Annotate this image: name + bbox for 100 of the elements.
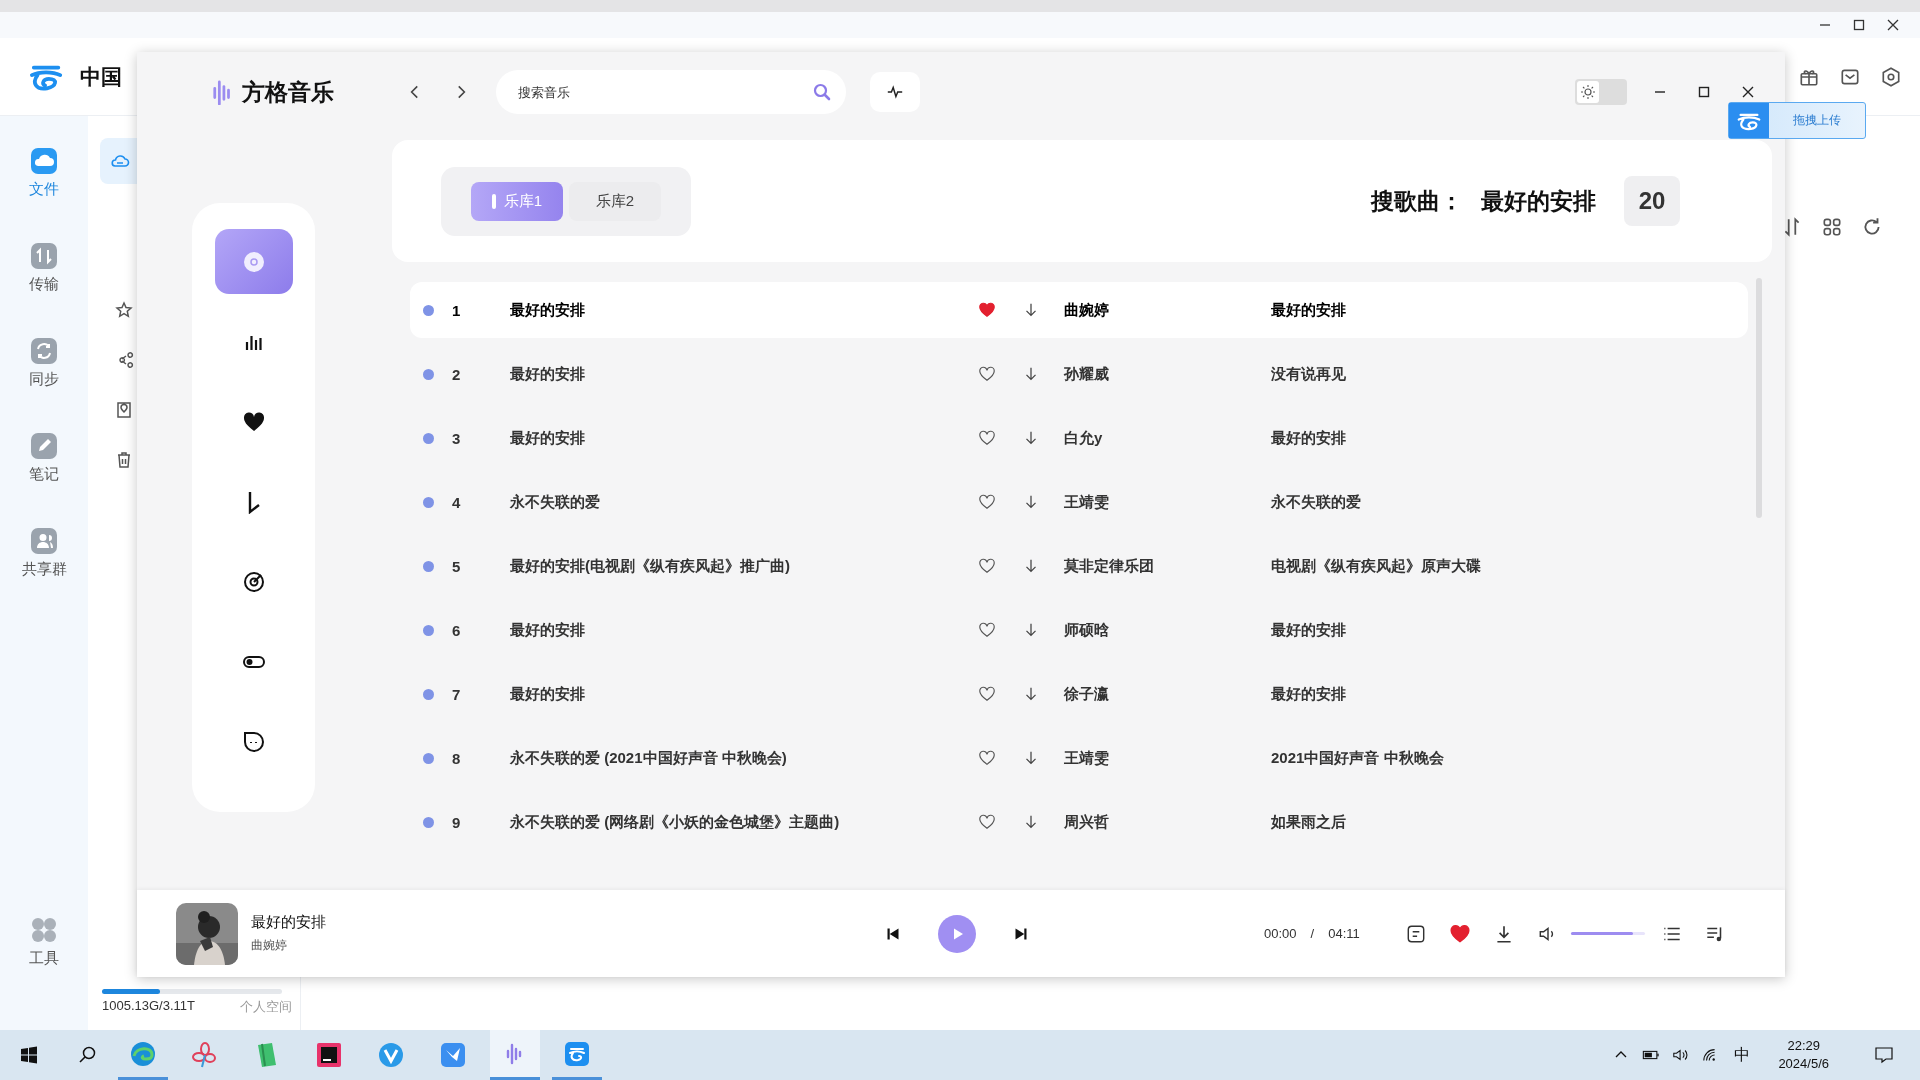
song-row[interactable]: 6 最好的安排 师硕晗 最好的安排 [410, 598, 1748, 662]
sun-icon [1580, 84, 1596, 100]
search-result-label: 搜歌曲： [1371, 186, 1463, 216]
current-time: 00:00 [1264, 926, 1297, 941]
notification-icon[interactable] [1874, 1045, 1894, 1065]
album-name: 最好的安排 [1271, 620, 1347, 640]
close-icon[interactable] [1886, 18, 1900, 32]
upload-button[interactable]: 拖拽上传 [1728, 102, 1866, 139]
now-playing-title: 最好的安排 [251, 913, 327, 932]
song-title: 最好的安排 [510, 620, 586, 640]
settings-icon[interactable] [1880, 65, 1902, 88]
waveform-button[interactable] [870, 72, 920, 112]
nav-item[interactable]: 文件 [29, 146, 59, 241]
pulse-icon [886, 83, 904, 101]
theme-toggle[interactable] [1575, 79, 1627, 105]
album-name: 电视剧《纵有疾风起》原声大碟 [1271, 556, 1482, 576]
song-title: 最好的安排 [510, 364, 586, 384]
album-name: 最好的安排 [1271, 300, 1347, 320]
album-name: 没有说再见 [1271, 364, 1347, 384]
nav-item[interactable]: 共享群 [21, 526, 67, 621]
search-query: 最好的安排 [1481, 186, 1596, 216]
search-field[interactable]: 搜索音乐 [496, 70, 846, 114]
song-row[interactable]: 1 最好的安排 曲婉婷 最好的安排 [410, 282, 1748, 338]
scrollbar[interactable] [1756, 278, 1762, 518]
circle-logo-icon [376, 1040, 406, 1070]
bird-icon [438, 1040, 468, 1070]
artist-name: 周兴哲 [1064, 812, 1110, 832]
song-title: 永不失联的爱 [510, 492, 601, 512]
artist-name: 师硕晗 [1064, 620, 1110, 640]
now-playing-artist: 曲婉婷 [251, 937, 288, 954]
track-number: 1 [452, 301, 462, 319]
app-title: 方格音乐 [242, 77, 334, 107]
clock[interactable]: 22:29 2024/5/6 [1778, 1037, 1829, 1073]
song-title: 永不失联的爱 (2021中国好声音 中秋晚会) [510, 748, 788, 768]
time-separator: / [1310, 926, 1315, 941]
heart-icon[interactable] [978, 557, 996, 575]
gauge-icon [241, 569, 266, 594]
heart-icon[interactable] [978, 813, 996, 831]
sync-icon [29, 336, 59, 366]
heart-icon[interactable] [978, 493, 996, 511]
heart-icon[interactable] [978, 365, 996, 383]
status-dot [423, 624, 434, 636]
star-icon[interactable] [114, 300, 134, 320]
search-icon[interactable] [78, 1045, 98, 1065]
status-dot [423, 560, 434, 572]
grid-view-icon[interactable] [1821, 216, 1843, 238]
heart-icon[interactable] [978, 301, 996, 319]
artist-name: 王靖雯 [1064, 492, 1110, 512]
status-dot [423, 688, 434, 700]
track-number: 3 [452, 429, 462, 447]
track-number: 7 [452, 685, 462, 703]
nav-item[interactable]: 传输 [29, 241, 59, 336]
track-number: 6 [452, 621, 462, 639]
storage-usage: 1005.13G/3.11T [102, 998, 195, 1015]
location-icon[interactable] [114, 400, 134, 420]
heart-icon[interactable] [978, 429, 996, 447]
song-row[interactable]: 2 最好的安排 孙耀威 没有说再见 [410, 342, 1748, 406]
heart-icon[interactable] [978, 749, 996, 767]
transfer-icon [29, 241, 59, 271]
track-number: 9 [452, 813, 462, 831]
artist-name: 白允y [1064, 428, 1104, 448]
status-dot [423, 368, 434, 380]
status-dot [423, 816, 434, 828]
song-row[interactable]: 5 最好的安排(电视剧《纵有疾风起》推广曲) 莫非定律乐团 电视剧《纵有疾风起》原声大碟 [410, 534, 1748, 598]
song-row[interactable]: 7 最好的安排 徐子瀛 最好的安排 [410, 662, 1748, 726]
status-dot [423, 496, 434, 508]
heart-icon[interactable] [1448, 922, 1471, 945]
input-method[interactable]: 中 [1734, 1044, 1751, 1066]
maximize-icon[interactable] [1852, 18, 1866, 32]
heart-icon[interactable] [978, 685, 996, 703]
nav-item[interactable]: 同步 [29, 336, 59, 431]
cloud-icon [29, 146, 59, 176]
song-row[interactable]: 3 最好的安排 白允y 最好的安排 [410, 406, 1748, 470]
song-row[interactable]: 8 永不失联的爱 (2021中国好声音 中秋晚会) 王靖雯 2021中国好声音 中秋晚会 [410, 726, 1748, 790]
nav-item[interactable]: 笔记 [29, 431, 59, 526]
artist-name: 曲婉婷 [1064, 300, 1110, 320]
album-name: 最好的安排 [1271, 684, 1347, 704]
heart-icon[interactable] [978, 621, 996, 639]
song-row[interactable]: 9 永不失联的爱 (网络剧《小妖的金色城堡》主题曲) 周兴哲 如果雨之后 [410, 790, 1748, 854]
song-row[interactable]: 4 永不失联的爱 王靖雯 永不失联的爱 [410, 470, 1748, 534]
disc-icon [241, 249, 266, 274]
four-dots-icon [29, 915, 59, 945]
song-title: 最好的安排(电视剧《纵有疾风起》推广曲) [510, 556, 791, 576]
track-number: 5 [452, 557, 462, 575]
swirl-logo-icon [1729, 103, 1769, 138]
tools-nav-item[interactable]: 工具 [29, 915, 59, 1010]
close-icon[interactable] [1741, 85, 1755, 99]
pencil-icon [29, 431, 59, 461]
song-title: 永不失联的爱 (网络剧《小妖的金色城堡》主题曲) [510, 812, 841, 832]
play-button[interactable] [938, 914, 976, 953]
total-time: 04:11 [1328, 926, 1360, 941]
library-tab[interactable]: 乐库2 [569, 181, 661, 221]
maximize-icon[interactable] [1697, 85, 1711, 99]
app-name: 中国 [80, 63, 122, 90]
album-name: 最好的安排 [1271, 428, 1347, 448]
volume-slider[interactable] [1570, 932, 1645, 935]
song-title: 最好的安排 [510, 428, 586, 448]
windows-start-icon[interactable] [19, 1045, 39, 1065]
status-dot [423, 432, 434, 444]
track-number: 4 [452, 493, 462, 511]
